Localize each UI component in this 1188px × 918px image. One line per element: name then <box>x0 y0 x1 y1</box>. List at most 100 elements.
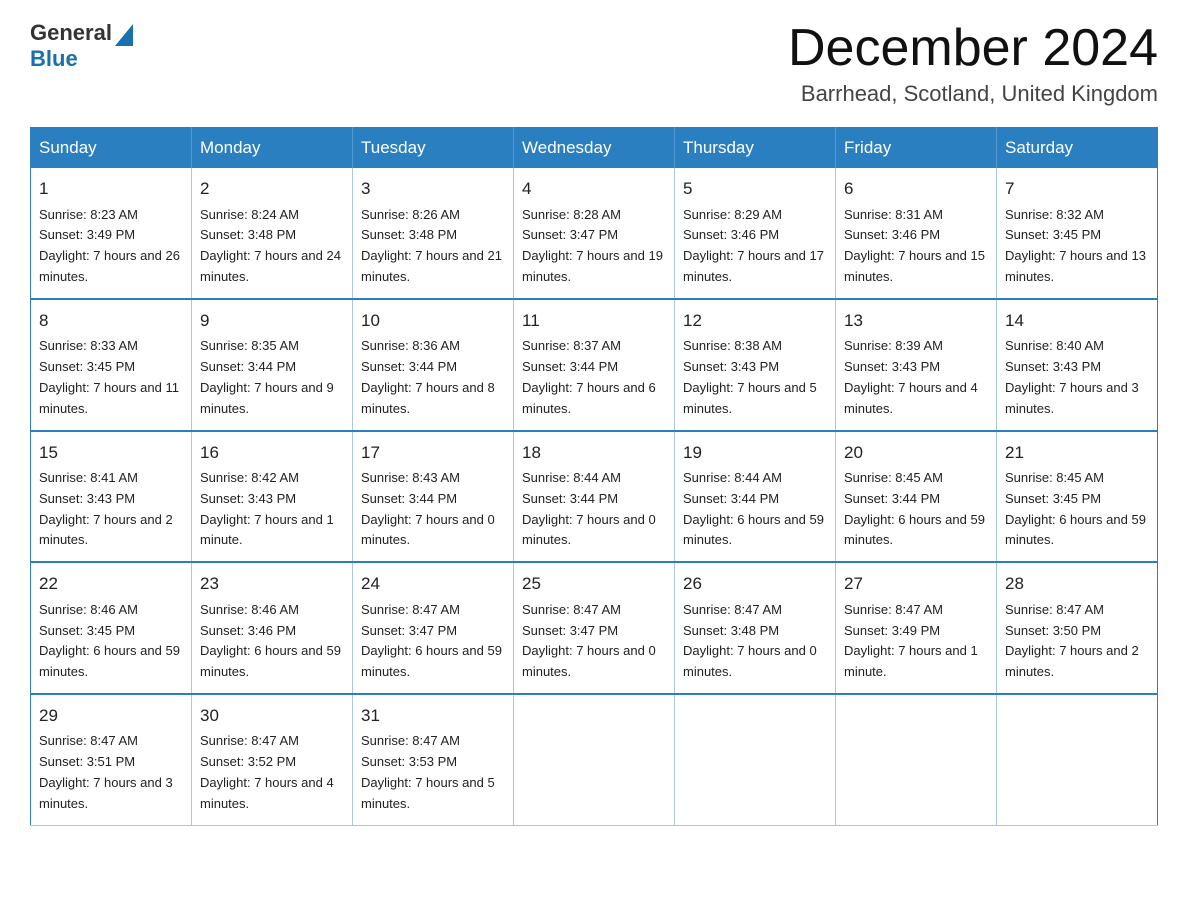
table-row: 13 Sunrise: 8:39 AMSunset: 3:43 PMDayligh… <box>836 299 997 431</box>
day-info: Sunrise: 8:35 AMSunset: 3:44 PMDaylight:… <box>200 338 334 415</box>
day-info: Sunrise: 8:39 AMSunset: 3:43 PMDaylight:… <box>844 338 978 415</box>
table-row <box>836 694 997 825</box>
day-info: Sunrise: 8:37 AMSunset: 3:44 PMDaylight:… <box>522 338 656 415</box>
day-number: 14 <box>1005 308 1149 334</box>
table-row: 31 Sunrise: 8:47 AMSunset: 3:53 PMDayligh… <box>353 694 514 825</box>
day-number: 24 <box>361 571 505 597</box>
calendar-week-row: 15Sunrise: 8:41 AMSunset: 3:43 PMDayligh… <box>31 431 1158 563</box>
table-row: 7 Sunrise: 8:32 AMSunset: 3:45 PMDaylight… <box>997 168 1158 299</box>
table-row: 9 Sunrise: 8:35 AMSunset: 3:44 PMDaylight… <box>192 299 353 431</box>
table-row: 16 Sunrise: 8:42 AMSunset: 3:43 PMDayligh… <box>192 431 353 563</box>
table-row: 2 Sunrise: 8:24 AMSunset: 3:48 PMDaylight… <box>192 168 353 299</box>
day-number: 11 <box>522 308 666 334</box>
day-number: 6 <box>844 176 988 202</box>
calendar-week-row: 1 Sunrise: 8:23 AMSunset: 3:49 PMDaylight… <box>31 168 1158 299</box>
day-number: 13 <box>844 308 988 334</box>
day-info: Sunrise: 8:44 AMSunset: 3:44 PMDaylight:… <box>522 470 656 547</box>
day-info: Sunrise: 8:43 AMSunset: 3:44 PMDaylight:… <box>361 470 495 547</box>
day-number: 9 <box>200 308 344 334</box>
logo-triangle-icon <box>115 24 133 46</box>
day-number: 31 <box>361 703 505 729</box>
day-number: 29 <box>39 703 183 729</box>
day-number: 3 <box>361 176 505 202</box>
col-sunday: Sunday <box>31 128 192 169</box>
table-row: 19Sunrise: 8:44 AMSunset: 3:44 PMDayligh… <box>675 431 836 563</box>
day-info: Sunrise: 8:47 AMSunset: 3:52 PMDaylight:… <box>200 733 334 810</box>
location-subtitle: Barrhead, Scotland, United Kingdom <box>788 81 1158 107</box>
table-row <box>514 694 675 825</box>
table-row: 10Sunrise: 8:36 AMSunset: 3:44 PMDayligh… <box>353 299 514 431</box>
day-number: 21 <box>1005 440 1149 466</box>
col-tuesday: Tuesday <box>353 128 514 169</box>
day-number: 16 <box>200 440 344 466</box>
table-row: 18 Sunrise: 8:44 AMSunset: 3:44 PMDayligh… <box>514 431 675 563</box>
day-number: 2 <box>200 176 344 202</box>
day-number: 17 <box>361 440 505 466</box>
table-row: 25Sunrise: 8:47 AMSunset: 3:47 PMDayligh… <box>514 562 675 694</box>
table-row: 20Sunrise: 8:45 AMSunset: 3:44 PMDayligh… <box>836 431 997 563</box>
day-number: 1 <box>39 176 183 202</box>
table-row: 30 Sunrise: 8:47 AMSunset: 3:52 PMDayligh… <box>192 694 353 825</box>
table-row: 29Sunrise: 8:47 AMSunset: 3:51 PMDayligh… <box>31 694 192 825</box>
table-row: 1 Sunrise: 8:23 AMSunset: 3:49 PMDaylight… <box>31 168 192 299</box>
col-saturday: Saturday <box>997 128 1158 169</box>
day-info: Sunrise: 8:33 AMSunset: 3:45 PMDaylight:… <box>39 338 179 415</box>
day-info: Sunrise: 8:45 AMSunset: 3:45 PMDaylight:… <box>1005 470 1146 547</box>
day-info: Sunrise: 8:47 AMSunset: 3:50 PMDaylight:… <box>1005 602 1139 679</box>
table-row <box>997 694 1158 825</box>
col-friday: Friday <box>836 128 997 169</box>
day-number: 10 <box>361 308 505 334</box>
table-row: 5Sunrise: 8:29 AMSunset: 3:46 PMDaylight… <box>675 168 836 299</box>
day-info: Sunrise: 8:31 AMSunset: 3:46 PMDaylight:… <box>844 207 985 284</box>
table-row <box>675 694 836 825</box>
title-area: December 2024 Barrhead, Scotland, United… <box>788 20 1158 107</box>
day-info: Sunrise: 8:47 AMSunset: 3:49 PMDaylight:… <box>844 602 978 679</box>
day-number: 18 <box>522 440 666 466</box>
day-number: 4 <box>522 176 666 202</box>
day-number: 25 <box>522 571 666 597</box>
day-info: Sunrise: 8:47 AMSunset: 3:48 PMDaylight:… <box>683 602 817 679</box>
day-info: Sunrise: 8:47 AMSunset: 3:53 PMDaylight:… <box>361 733 495 810</box>
calendar-week-row: 29Sunrise: 8:47 AMSunset: 3:51 PMDayligh… <box>31 694 1158 825</box>
day-number: 7 <box>1005 176 1149 202</box>
table-row: 3Sunrise: 8:26 AMSunset: 3:48 PMDaylight… <box>353 168 514 299</box>
calendar-week-row: 22 Sunrise: 8:46 AMSunset: 3:45 PMDayligh… <box>31 562 1158 694</box>
table-row: 11 Sunrise: 8:37 AMSunset: 3:44 PMDayligh… <box>514 299 675 431</box>
day-info: Sunrise: 8:32 AMSunset: 3:45 PMDaylight:… <box>1005 207 1146 284</box>
day-info: Sunrise: 8:38 AMSunset: 3:43 PMDaylight:… <box>683 338 817 415</box>
table-row: 14 Sunrise: 8:40 AMSunset: 3:43 PMDayligh… <box>997 299 1158 431</box>
calendar-week-row: 8Sunrise: 8:33 AMSunset: 3:45 PMDaylight… <box>31 299 1158 431</box>
logo-general-text: General <box>30 20 112 46</box>
table-row: 21 Sunrise: 8:45 AMSunset: 3:45 PMDayligh… <box>997 431 1158 563</box>
calendar-table: Sunday Monday Tuesday Wednesday Thursday… <box>30 127 1158 825</box>
day-info: Sunrise: 8:23 AMSunset: 3:49 PMDaylight:… <box>39 207 180 284</box>
table-row: 8Sunrise: 8:33 AMSunset: 3:45 PMDaylight… <box>31 299 192 431</box>
month-title: December 2024 <box>788 20 1158 77</box>
col-thursday: Thursday <box>675 128 836 169</box>
col-wednesday: Wednesday <box>514 128 675 169</box>
logo: General Blue <box>30 20 136 72</box>
day-info: Sunrise: 8:44 AMSunset: 3:44 PMDaylight:… <box>683 470 824 547</box>
day-number: 22 <box>39 571 183 597</box>
page-header: General Blue December 2024 Barrhead, Sco… <box>30 20 1158 107</box>
day-number: 27 <box>844 571 988 597</box>
day-info: Sunrise: 8:40 AMSunset: 3:43 PMDaylight:… <box>1005 338 1139 415</box>
table-row: 12Sunrise: 8:38 AMSunset: 3:43 PMDayligh… <box>675 299 836 431</box>
table-row: 24 Sunrise: 8:47 AMSunset: 3:47 PMDayligh… <box>353 562 514 694</box>
table-row: 17 Sunrise: 8:43 AMSunset: 3:44 PMDayligh… <box>353 431 514 563</box>
day-info: Sunrise: 8:41 AMSunset: 3:43 PMDaylight:… <box>39 470 173 547</box>
day-info: Sunrise: 8:46 AMSunset: 3:45 PMDaylight:… <box>39 602 180 679</box>
table-row: 4Sunrise: 8:28 AMSunset: 3:47 PMDaylight… <box>514 168 675 299</box>
day-info: Sunrise: 8:42 AMSunset: 3:43 PMDaylight:… <box>200 470 334 547</box>
logo-blue-text: Blue <box>30 46 78 72</box>
day-number: 30 <box>200 703 344 729</box>
col-monday: Monday <box>192 128 353 169</box>
table-row: 28Sunrise: 8:47 AMSunset: 3:50 PMDayligh… <box>997 562 1158 694</box>
day-info: Sunrise: 8:47 AMSunset: 3:47 PMDaylight:… <box>361 602 502 679</box>
day-number: 23 <box>200 571 344 597</box>
day-info: Sunrise: 8:24 AMSunset: 3:48 PMDaylight:… <box>200 207 341 284</box>
day-info: Sunrise: 8:45 AMSunset: 3:44 PMDaylight:… <box>844 470 985 547</box>
day-number: 26 <box>683 571 827 597</box>
day-info: Sunrise: 8:29 AMSunset: 3:46 PMDaylight:… <box>683 207 824 284</box>
table-row: 27 Sunrise: 8:47 AMSunset: 3:49 PMDayligh… <box>836 562 997 694</box>
